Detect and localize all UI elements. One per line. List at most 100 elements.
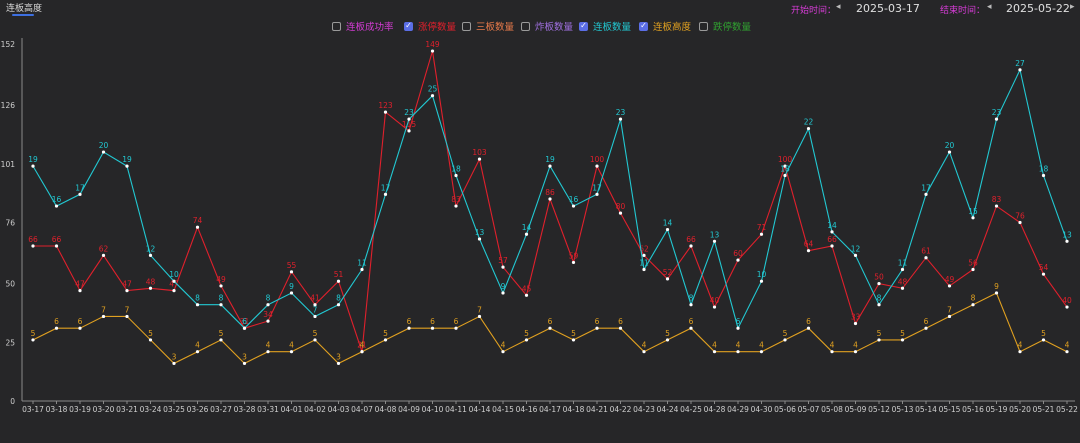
data-label: 60 — [733, 249, 743, 258]
data-label: 86 — [545, 188, 555, 197]
y-tick-label: 101 — [1, 160, 16, 169]
x-tick-label: 04-25 — [680, 405, 702, 414]
data-point — [266, 319, 270, 323]
data-label: 3 — [336, 352, 341, 361]
data-point — [78, 289, 82, 293]
data-point — [148, 286, 153, 290]
data-label: 19 — [545, 155, 555, 164]
data-label: 4 — [501, 341, 506, 350]
data-point — [1065, 305, 1069, 309]
data-point — [125, 289, 129, 293]
data-label: 4 — [830, 341, 835, 350]
data-label: 61 — [921, 247, 931, 256]
x-tick-label: 03-28 — [234, 405, 256, 414]
data-point — [618, 211, 623, 215]
data-point — [971, 267, 975, 272]
data-point — [360, 267, 364, 272]
data-label: 62 — [99, 244, 109, 253]
data-point — [501, 265, 505, 269]
x-tick-label: 04-18 — [563, 405, 585, 414]
data-label: 33 — [851, 312, 861, 321]
data-label: 66 — [686, 235, 696, 244]
x-tick-label: 05-16 — [962, 405, 984, 414]
data-point — [947, 284, 952, 288]
data-point — [994, 204, 999, 208]
data-point — [501, 350, 505, 354]
data-label: 66 — [28, 235, 38, 244]
x-tick-label: 04-21 — [586, 405, 608, 414]
data-point — [712, 239, 717, 243]
data-label: 16 — [569, 195, 579, 204]
data-point — [571, 204, 576, 208]
data-point — [477, 237, 482, 241]
data-point — [853, 321, 858, 326]
data-label: 8 — [266, 294, 271, 303]
data-point — [78, 326, 82, 330]
data-point — [806, 249, 811, 253]
x-tick-label: 04-10 — [422, 405, 444, 414]
data-point — [101, 253, 106, 257]
data-point — [430, 326, 435, 330]
data-point — [148, 253, 153, 257]
data-point — [571, 338, 576, 342]
data-label: 11 — [639, 258, 649, 267]
data-label: 11 — [898, 258, 908, 267]
data-label: 23 — [616, 108, 626, 117]
data-label: 4 — [195, 341, 200, 350]
data-label: 18 — [780, 165, 790, 174]
data-point — [383, 110, 388, 114]
data-point — [877, 303, 881, 307]
data-point — [830, 244, 834, 248]
data-point — [78, 192, 82, 196]
data-label: 4 — [266, 341, 271, 350]
data-label: 5 — [665, 329, 670, 338]
data-point — [289, 291, 294, 295]
data-label: 5 — [31, 329, 36, 338]
data-point — [759, 279, 764, 283]
data-label: 100 — [778, 155, 793, 164]
x-tick-label: 05-06 — [774, 405, 796, 414]
data-point — [360, 350, 364, 354]
data-label: 5 — [524, 329, 529, 338]
data-label: 17 — [381, 183, 391, 192]
data-point — [712, 350, 717, 354]
data-point — [101, 150, 106, 154]
data-label: 7 — [947, 305, 952, 314]
data-label: 56 — [968, 258, 978, 267]
data-label: 48 — [898, 277, 908, 286]
data-label: 49 — [216, 275, 226, 284]
data-label: 23 — [992, 108, 1002, 117]
data-label: 17 — [75, 183, 85, 192]
data-label: 9 — [501, 282, 506, 291]
data-label: 115 — [402, 120, 417, 129]
data-point — [947, 314, 952, 319]
data-label: 5 — [571, 329, 576, 338]
data-label: 6 — [454, 317, 459, 326]
data-label: 13 — [710, 230, 720, 239]
x-tick-label: 05-13 — [892, 405, 914, 414]
data-label: 23 — [404, 108, 414, 117]
data-point — [877, 338, 881, 342]
data-label: 40 — [710, 296, 720, 305]
data-label: 8 — [336, 294, 341, 303]
x-tick-label: 04-15 — [492, 405, 514, 414]
data-point — [806, 326, 811, 330]
data-point — [665, 277, 670, 281]
data-label: 5 — [1041, 329, 1046, 338]
data-point — [195, 350, 200, 354]
data-point — [266, 350, 270, 354]
data-label: 18 — [451, 165, 461, 174]
y-tick-label: 25 — [5, 338, 15, 347]
data-label: 12 — [851, 244, 861, 253]
data-point — [783, 173, 787, 178]
data-label: 14 — [522, 223, 532, 232]
data-point — [947, 150, 952, 154]
data-point — [571, 260, 576, 265]
x-tick-label: 04-03 — [328, 405, 350, 414]
data-point — [524, 232, 529, 236]
data-point — [383, 338, 388, 342]
x-tick-label: 03-18 — [46, 405, 68, 414]
data-label: 10 — [757, 270, 767, 279]
x-tick-label: 04-11 — [445, 405, 467, 414]
x-tick-label: 04-29 — [727, 405, 749, 414]
